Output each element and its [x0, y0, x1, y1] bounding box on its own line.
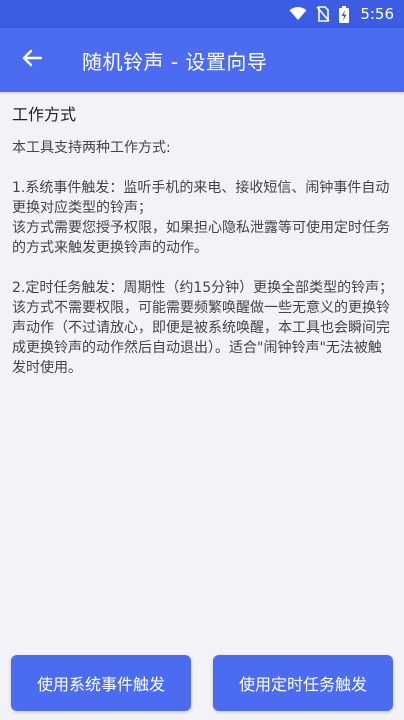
- mode-system-event-line2: 该方式需要您授予权限，如果担心隐私泄露等可使用定时任务的方式来触发更换铃声的动作…: [12, 220, 390, 256]
- use-system-event-button[interactable]: 使用系统事件触发: [11, 655, 191, 711]
- battery-icon: [339, 5, 350, 23]
- mode-timer-task-text: 2.定时任务触发：周期性（约15分钟）更换全部类型的铃声； 该方式不需要权限，可…: [12, 278, 394, 378]
- status-bar: 5:56: [0, 0, 404, 28]
- page-title: 随机铃声 - 设置向导: [82, 49, 268, 74]
- mode-system-event-line1: 1.系统事件触发：监听手机的来电、接收短信、闹钟事件自动更换对应类型的铃声；: [12, 180, 390, 216]
- intro-text: 本工具支持两种工作方式:: [12, 140, 171, 156]
- no-sim-icon: [316, 6, 330, 22]
- status-time: 5:56: [360, 5, 394, 23]
- back-button[interactable]: [0, 28, 64, 92]
- app-bar: 随机铃声 - 设置向导: [0, 28, 404, 92]
- mode-timer-task-line2: 该方式不需要权限，可能需要频繁唤醒做一些无意义的更换铃声动作（不过请放心，即便是…: [12, 300, 390, 376]
- content-area: 工作方式 本工具支持两种工作方式: 1.系统事件触发：监听手机的来电、接收短信、…: [12, 104, 394, 378]
- mode-timer-task-line1: 2.定时任务触发：周期性（约15分钟）更换全部类型的铃声；: [12, 280, 394, 296]
- mode-system-event-text: 1.系统事件触发：监听手机的来电、接收短信、闹钟事件自动更换对应类型的铃声； 该…: [12, 178, 394, 258]
- wifi-icon: [289, 7, 307, 21]
- use-timer-task-button[interactable]: 使用定时任务触发: [213, 655, 393, 711]
- arrow-left-icon: [22, 49, 43, 71]
- section-heading: 工作方式: [12, 105, 77, 124]
